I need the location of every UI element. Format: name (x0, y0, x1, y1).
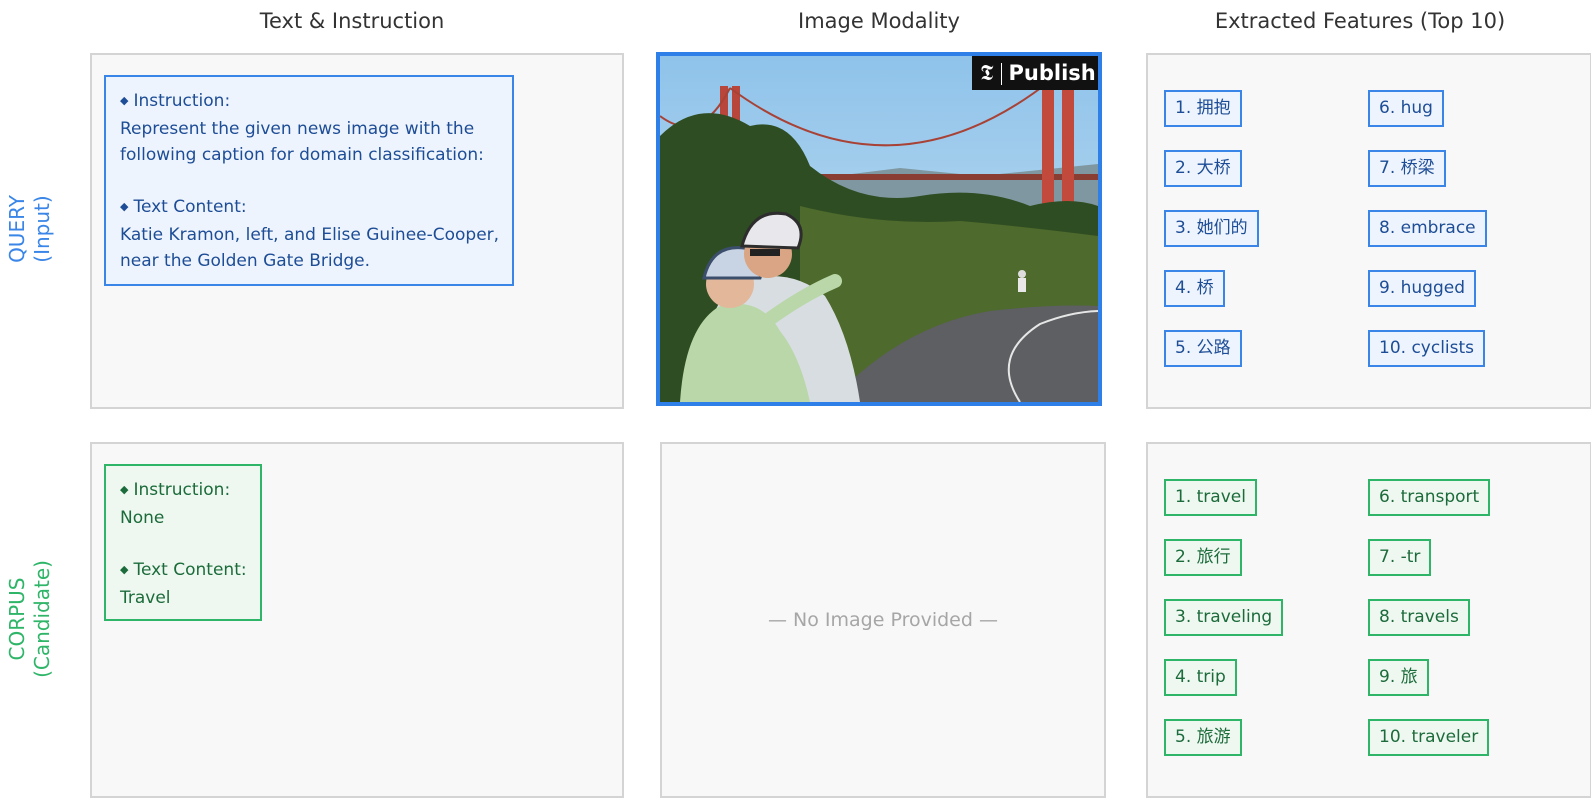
corpus-text-box: ◆ Instruction: None ◆ Text Content: Travel (104, 464, 262, 621)
diamond-bullet-icon: ◆ (120, 563, 129, 576)
query-instruction-heading: ◆ Instruction: (120, 88, 498, 116)
row-label-query-subtitle: (Input) (30, 195, 55, 263)
query-content-heading: ◆ Text Content: (120, 194, 498, 222)
corpus-content-label: Text Content: (133, 560, 247, 580)
row-label-query: QUERY (Input) (0, 52, 60, 406)
column-header-features: Extracted Features (Top 10) (1214, 9, 1506, 33)
corpus-content-line-1: Travel (120, 588, 171, 608)
corpus-content-heading: ◆ Text Content: (120, 557, 247, 585)
row-label-corpus: CORPUS (Candidate) (0, 442, 60, 796)
query-instruction-line-2: following caption for domain classificat… (120, 145, 484, 165)
query-feature-tag: 3. 她们的 (1164, 210, 1259, 247)
corpus-feature-tag: 7. -tr (1368, 539, 1432, 576)
query-image: 𝕿 Publish (656, 52, 1102, 406)
query-feature-tag: 4. 桥 (1164, 270, 1225, 307)
corpus-feature-tag: 10. traveler (1368, 719, 1490, 756)
query-feature-tag: 2. 大桥 (1164, 150, 1242, 187)
corpus-feature-tag: 4. trip (1164, 659, 1237, 696)
query-content-line-2: near the Golden Gate Bridge. (120, 251, 371, 271)
query-feature-tag: 5. 公路 (1164, 330, 1242, 367)
publisher-watermark-text: Publish (1008, 61, 1096, 85)
corpus-feature-tag: 6. transport (1368, 479, 1491, 516)
query-instruction-line-1: Represent the given news image with the (120, 119, 475, 139)
query-text-box: ◆ Instruction: Represent the given news i… (104, 75, 514, 286)
corpus-feature-tag: 8. travels (1368, 599, 1470, 636)
diamond-bullet-icon: ◆ (120, 200, 129, 213)
corpus-feature-tag: 1. travel (1164, 479, 1257, 516)
query-feature-tag: 10. cyclists (1368, 330, 1486, 367)
query-feature-tag: 8. embrace (1368, 210, 1487, 247)
query-content-label: Text Content: (133, 197, 247, 217)
query-feature-tag: 6. hug (1368, 90, 1444, 127)
query-features-panel: 1. 拥抱 2. 大桥 3. 她们的 4. 桥 5. 公路 6. hug 7. … (1146, 53, 1591, 409)
query-text-panel: ◆ Instruction: Represent the given news i… (90, 53, 624, 409)
query-content-line-1: Katie Kramon, left, and Elise Guinee-Coo… (120, 225, 500, 245)
corpus-features-panel: 1. travel 2. 旅行 3. traveling 4. trip 5. … (1146, 442, 1591, 798)
diamond-bullet-icon: ◆ (120, 483, 129, 496)
corpus-instruction-heading: ◆ Instruction: (120, 477, 246, 505)
corpus-feature-tag: 9. 旅 (1368, 659, 1429, 696)
diamond-bullet-icon: ◆ (120, 94, 129, 107)
query-feature-tag: 1. 拥抱 (1164, 90, 1242, 127)
query-instruction-label: Instruction: (133, 91, 231, 111)
news-photo-illustration (660, 56, 1098, 402)
column-header-image: Image Modality (798, 9, 960, 33)
corpus-image-panel: — No Image Provided — (660, 442, 1106, 798)
no-image-placeholder: — No Image Provided — (768, 609, 998, 631)
publisher-logo-icon: 𝕿 (980, 61, 994, 86)
corpus-text-panel: ◆ Instruction: None ◆ Text Content: Travel (90, 442, 624, 798)
row-label-query-title: QUERY (5, 195, 30, 263)
row-label-corpus-subtitle: (Candidate) (30, 560, 55, 678)
corpus-feature-tag: 3. traveling (1164, 599, 1284, 636)
query-feature-tag: 7. 桥梁 (1368, 150, 1446, 187)
publisher-watermark: 𝕿 Publish (972, 56, 1098, 90)
row-label-corpus-title: CORPUS (5, 577, 30, 661)
query-feature-tag: 9. hugged (1368, 270, 1477, 307)
corpus-instruction-line-1: None (120, 508, 165, 528)
column-header-text: Text & Instruction (259, 9, 445, 33)
corpus-feature-tag: 2. 旅行 (1164, 539, 1242, 576)
corpus-instruction-label: Instruction: (133, 480, 231, 500)
corpus-feature-tag: 5. 旅游 (1164, 719, 1242, 756)
